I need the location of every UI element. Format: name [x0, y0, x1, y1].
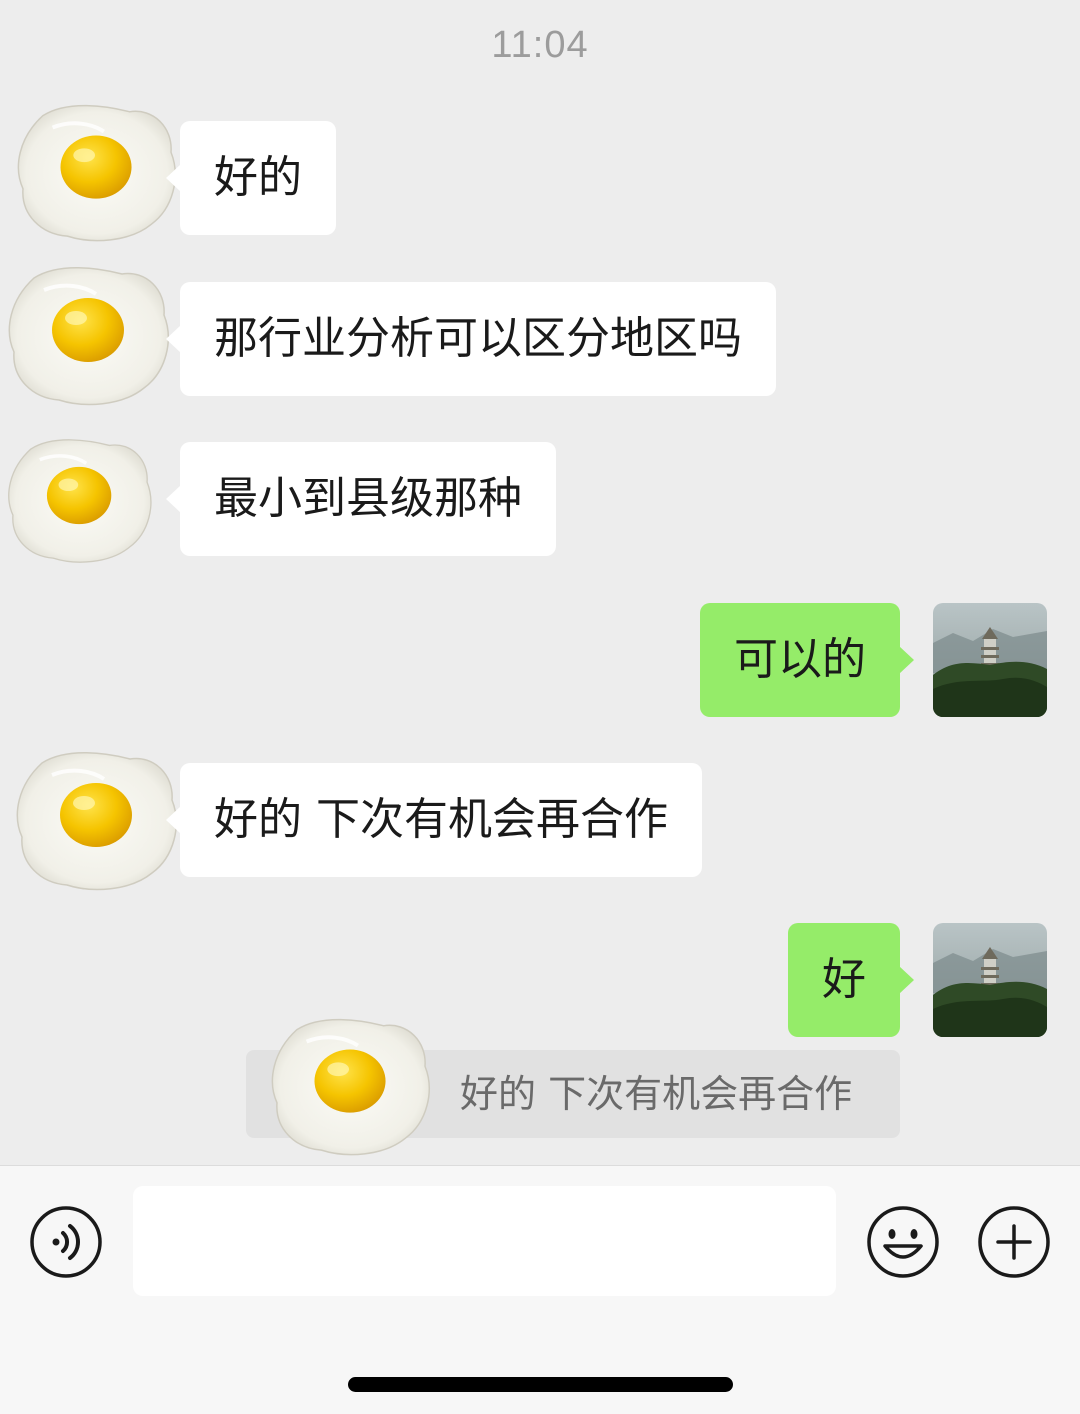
contact-avatar[interactable]	[12, 98, 182, 246]
home-indicator[interactable]	[348, 1377, 733, 1392]
incoming-message-bubble[interactable]: 好的 下次有机会再合作	[166, 763, 702, 877]
incoming-message-bubble[interactable]: 那行业分析可以区分地区吗	[166, 282, 776, 396]
contact-avatar[interactable]	[12, 744, 182, 896]
emoji-icon	[867, 1206, 939, 1278]
fried-egg-icon	[4, 432, 156, 568]
fried-egg-icon	[262, 1012, 440, 1160]
pagoda-landscape-icon	[933, 603, 1047, 717]
fried-egg-icon	[12, 744, 182, 896]
outgoing-message-bubble[interactable]: 好	[788, 923, 914, 1037]
outgoing-message-bubble[interactable]: 可以的	[700, 603, 914, 717]
contact-avatar[interactable]	[4, 432, 156, 568]
incoming-message-bubble[interactable]: 好的	[166, 121, 336, 235]
fried-egg-icon	[4, 260, 174, 410]
more-options-button[interactable]	[976, 1204, 1052, 1280]
pagoda-landscape-icon	[933, 923, 1047, 1037]
emoji-button[interactable]	[865, 1204, 941, 1280]
incoming-message-bubble[interactable]: 最小到县级那种	[166, 442, 556, 556]
contact-avatar[interactable]	[4, 260, 174, 410]
quoted-message-egg	[262, 1012, 440, 1160]
message-timestamp: 11:04	[491, 24, 589, 66]
message-input[interactable]	[133, 1186, 836, 1296]
voice-button[interactable]	[29, 1205, 103, 1279]
fried-egg-icon	[12, 98, 182, 246]
plus-icon	[978, 1206, 1050, 1278]
my-avatar[interactable]	[933, 923, 1047, 1037]
my-avatar[interactable]	[933, 603, 1047, 717]
voice-icon	[30, 1206, 102, 1278]
quoted-message-text: 好的 下次有机会再合作	[460, 1072, 853, 1116]
